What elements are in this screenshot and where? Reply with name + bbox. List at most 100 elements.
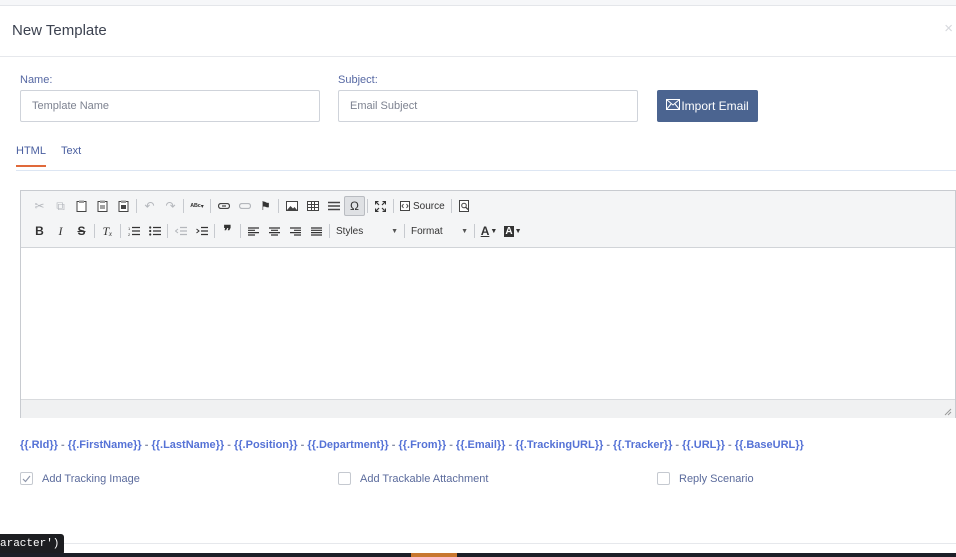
toolbar-separator <box>404 224 405 238</box>
tooltip: aracter') <box>0 534 65 555</box>
template-variable-token[interactable]: {{.Position}} <box>234 439 298 451</box>
token-separator: - <box>297 439 308 451</box>
taskbar-active-segment <box>411 553 457 557</box>
maximize-icon[interactable] <box>370 196 391 216</box>
align-left-icon[interactable] <box>243 221 264 241</box>
paste-word-icon[interactable] <box>113 196 134 216</box>
redo-icon[interactable]: ↷ <box>160 196 181 216</box>
text-color-button[interactable]: A ▼ <box>477 221 501 241</box>
bulleted-list-icon[interactable] <box>144 221 165 241</box>
modal-header: New Template × <box>0 6 956 57</box>
align-justify-icon[interactable] <box>306 221 327 241</box>
styles-dropdown[interactable]: Styles ▼ <box>332 222 402 240</box>
template-variable-token[interactable]: {{.Tracker}} <box>613 439 672 451</box>
paste-icon[interactable] <box>71 196 92 216</box>
toolbar-separator <box>450 199 452 213</box>
add-trackable-attachment-checkbox[interactable]: Add Trackable Attachment <box>338 472 488 485</box>
add-tracking-image-checkbox[interactable]: Add Tracking Image <box>20 472 140 485</box>
styles-dropdown-label: Styles <box>336 225 364 237</box>
subject-label: Subject: <box>338 74 378 86</box>
template-variable-token[interactable]: {{.URL}} <box>682 439 725 451</box>
editor-status-bar <box>21 399 955 418</box>
modal-title: New Template <box>12 22 107 39</box>
template-name-input[interactable] <box>20 90 320 122</box>
strike-icon[interactable]: S <box>71 221 92 241</box>
toolbar-row-2: B I S Tₓ 12 ❞ Styles ▼ Format ▼ A ▼ A ▼ <box>29 221 525 241</box>
template-variable-token[interactable]: {{.RId}} <box>20 439 58 451</box>
template-variable-token[interactable]: {{.LastName}} <box>151 439 224 451</box>
anchor-flag-icon[interactable]: ⚑ <box>255 196 276 216</box>
token-separator: - <box>724 439 735 451</box>
link-icon[interactable] <box>213 196 234 216</box>
horizontal-line-icon[interactable] <box>323 196 344 216</box>
toolbar-separator <box>214 224 215 238</box>
template-variable-token[interactable]: {{.Department}} <box>307 439 388 451</box>
token-separator: - <box>603 439 614 451</box>
special-char-icon[interactable]: Ω <box>344 196 365 216</box>
align-right-icon[interactable] <box>285 221 306 241</box>
paste-text-icon[interactable] <box>92 196 113 216</box>
source-icon <box>400 201 410 211</box>
toolbar-separator <box>94 224 95 238</box>
chevron-down-icon: ▼ <box>490 227 498 235</box>
reply-scenario-checkbox[interactable]: Reply Scenario <box>657 472 754 485</box>
tab-text[interactable]: Text <box>61 145 81 165</box>
toolbar-separator <box>329 224 330 238</box>
table-icon[interactable] <box>302 196 323 216</box>
toolbar-separator <box>367 199 368 213</box>
envelope-icon <box>666 98 681 110</box>
preview-icon[interactable] <box>454 196 475 216</box>
token-separator: - <box>57 439 68 451</box>
chevron-down-icon: ▼ <box>461 227 468 235</box>
checkbox-box[interactable] <box>657 472 670 485</box>
align-center-icon[interactable] <box>264 221 285 241</box>
checkbox-label: Add Trackable Attachment <box>360 472 489 485</box>
checkbox-box[interactable] <box>338 472 351 485</box>
taskbar-strip <box>0 553 956 557</box>
source-button[interactable]: Source <box>396 201 449 212</box>
spellcheck-icon[interactable]: ᴬᴮᶜ ▾ <box>186 196 208 216</box>
svg-text:1: 1 <box>128 226 131 231</box>
indent-icon[interactable] <box>191 221 212 241</box>
rich-text-editor: ✂ ⧉ ↶ ↷ ᴬᴮᶜ ▾ ⚑ Ω Source B I S Tₓ 1 2 ❞ … <box>20 190 956 418</box>
resize-handle-icon[interactable] <box>944 408 952 416</box>
unlink-icon[interactable] <box>234 196 255 216</box>
format-dropdown[interactable]: Format ▼ <box>407 222 472 240</box>
checkbox-box[interactable] <box>20 472 33 485</box>
copy-icon[interactable]: ⧉ <box>50 196 71 216</box>
template-variable-token[interactable]: {{.From}} <box>398 439 446 451</box>
template-variable-list: {{.RId}} - {{.FirstName}} - {{.LastName}… <box>20 439 804 451</box>
toolbar-separator <box>167 224 168 238</box>
italic-icon[interactable]: I <box>50 221 71 241</box>
numbered-list-icon[interactable]: 12 <box>123 221 144 241</box>
chevron-down-icon: ▼ <box>514 227 522 235</box>
editor-content-area[interactable] <box>21 248 955 399</box>
toolbar-separator <box>183 199 184 213</box>
import-email-button[interactable]: Import Email <box>657 90 758 122</box>
background-color-button[interactable]: A ▼ <box>501 221 525 241</box>
close-button[interactable]: × <box>944 20 953 37</box>
template-variable-token[interactable]: {{.FirstName}} <box>68 439 142 451</box>
outdent-icon[interactable] <box>170 221 191 241</box>
modal-footer-divider <box>0 543 956 544</box>
blockquote-icon[interactable]: ❞ <box>217 221 238 241</box>
token-separator: - <box>388 439 399 451</box>
bold-icon[interactable]: B <box>29 221 50 241</box>
cut-icon[interactable]: ✂ <box>29 196 50 216</box>
tab-html[interactable]: HTML <box>16 145 46 167</box>
remove-format-icon[interactable]: Tₓ <box>97 221 118 241</box>
background-color-icon: A <box>504 225 514 237</box>
undo-icon[interactable]: ↶ <box>139 196 160 216</box>
toolbar-separator <box>240 224 241 238</box>
checkmark-icon <box>22 475 31 482</box>
image-icon[interactable] <box>281 196 302 216</box>
name-label: Name: <box>20 74 53 86</box>
template-variable-token[interactable]: {{.TrackingURL}} <box>515 439 603 451</box>
template-variable-token[interactable]: {{.BaseURL}} <box>735 439 804 451</box>
template-variable-token[interactable]: {{.Email}} <box>456 439 506 451</box>
email-subject-input[interactable] <box>338 90 638 122</box>
svg-text:2: 2 <box>128 232 131 236</box>
editor-toolbar: ✂ ⧉ ↶ ↷ ᴬᴮᶜ ▾ ⚑ Ω Source B I S Tₓ 1 2 ❞ … <box>21 191 955 248</box>
toolbar-separator <box>393 199 394 213</box>
token-separator: - <box>672 439 683 451</box>
